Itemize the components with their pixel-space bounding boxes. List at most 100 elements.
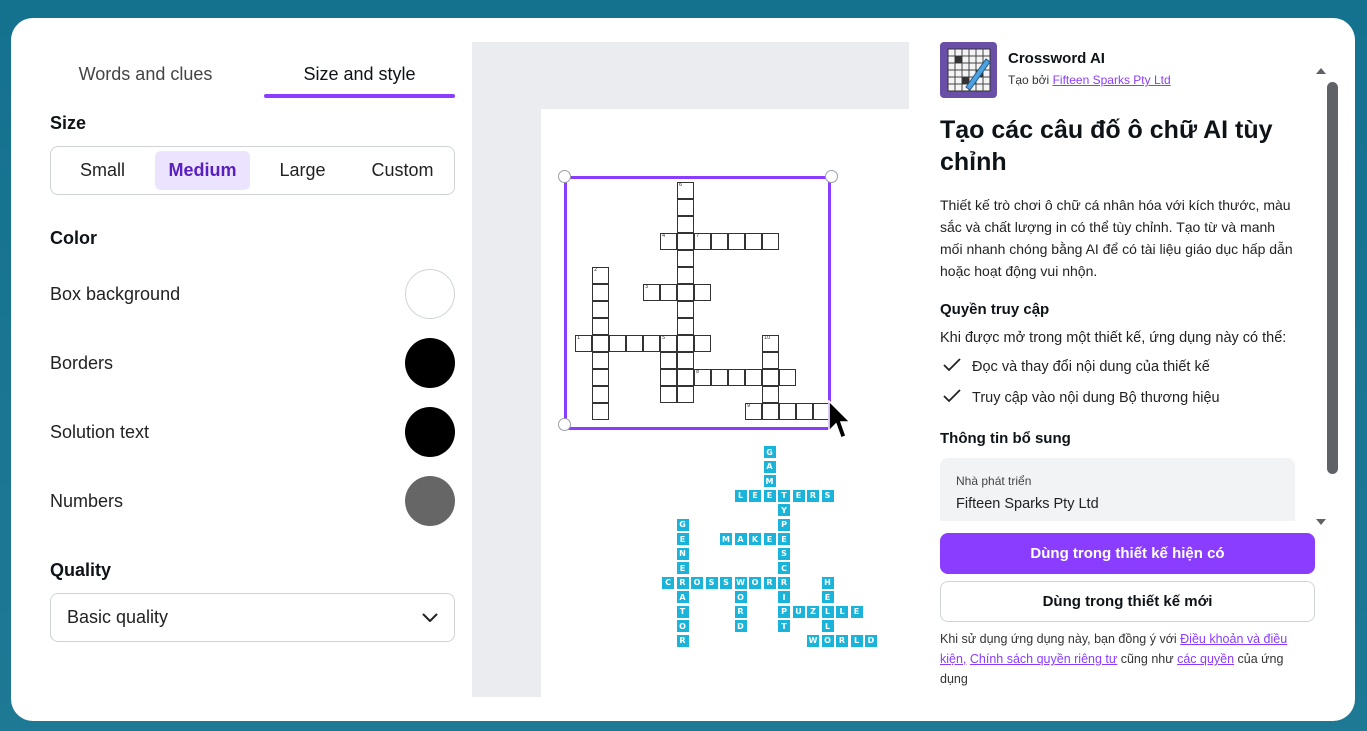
logo-letter-cell: Y [777,503,791,517]
logo-letter-cell: E [748,488,762,503]
logo-letter-cell: R [777,575,791,590]
rights-link[interactable]: các quyền [1177,652,1234,666]
logo-letter-cell: I [777,590,791,604]
extra-info-title: Thông tin bổ sung [940,430,1071,447]
developer-link[interactable]: Fifteen Sparks Pty Ltd [1053,73,1171,87]
solution-text-swatch[interactable] [405,407,455,457]
logo-letter-cell: P [777,517,791,532]
logo-letter-cell: P [777,604,791,619]
logo-letter-cell: H [820,575,835,590]
logo-letter-cell: E [675,561,690,575]
developer-label: Nhà phát triển [956,474,1032,488]
logo-letter-cell: R [835,633,849,648]
logo-letter-cell: A [733,532,748,546]
chevron-down-icon [422,607,438,628]
app-name: Crossword AI [1008,50,1105,67]
use-in-new-design-button[interactable]: Dùng trong thiết kế mới [940,581,1315,622]
logo-letter-cell: E [762,488,777,503]
size-option-medium[interactable]: Medium [155,151,250,190]
logo-letter-cell: L [733,488,748,503]
logo-letter-cell: O [690,575,704,590]
logo-letter-cell: K [748,532,762,546]
logo-letter-cell: Z [806,604,820,619]
color-row-borders: Borders [50,338,455,388]
size-option-small[interactable]: Small [55,151,150,190]
logo-letter-cell: L [835,604,849,619]
logo-letter-cell: D [864,633,878,648]
logo-letter-cell: U [791,604,806,619]
quality-dropdown[interactable]: Basic quality [50,593,455,642]
developer-info-card: Nhà phát triển Fifteen Sparks Pty Ltd [940,458,1295,521]
design-preview[interactable]: 6 4 7 2 3 1 5 10 8 9 GAMELETERSYPESCRIPTMAKEGENER… [472,42,909,697]
scrollbar[interactable] [1314,60,1328,535]
logo-letter-cell: O [733,590,748,604]
logo-letter-cell: N [675,546,690,561]
crossword-app-icon [940,42,997,98]
crossword-logo: GAMELETERSYPESCRIPTMAKEGENERATORCOSSWORO… [472,42,909,697]
borders-swatch[interactable] [405,338,455,388]
logo-letter-cell: S [777,546,791,561]
legal-middle: cũng như [1120,652,1174,666]
check-icon [942,388,962,408]
check-icon [942,357,962,377]
logo-letter-cell: D [733,619,748,633]
app-description: Thiết kế trò chơi ô chữ cá nhân hóa với … [940,197,1293,279]
color-label: Numbers [50,490,124,511]
logo-letter-cell: G [675,517,690,532]
permission-item: Truy cập vào nội dung Bộ thương hiệu [942,388,1220,408]
logo-letter-cell: S [704,575,719,590]
logo-letter-cell: E [777,532,791,546]
logo-letter-cell: O [675,619,690,633]
use-in-existing-design-button[interactable]: Dùng trong thiết kế hiện có [940,533,1315,574]
size-option-large[interactable]: Large [255,151,350,190]
color-section-title: Color [50,228,97,248]
access-intro: Khi được mở trong một thiết kế, ứng dụng… [940,330,1287,346]
logo-letter-cell: E [762,532,777,546]
logo-letter-cell: R [675,575,690,590]
permission-label: Truy cập vào nội dung Bộ thương hiệu [972,390,1220,406]
color-row-box-background: Box background [50,269,455,319]
logo-letter-cell: L [820,604,835,619]
logo-letter-cell: E [849,604,864,619]
logo-letter-cell: T [777,488,791,503]
tab-size-and-style[interactable]: Size and style [264,44,455,99]
logo-letter-cell: O [820,633,835,648]
logo-letter-cell: L [820,619,835,633]
logo-letter-cell: S [719,575,733,590]
app-headline: Tạo các câu đố ô chữ AI tùy chỉnh [940,116,1273,176]
app-details: Crossword AI Tạo bởi Fifteen Sparks Pty … [940,42,1320,521]
quality-selected-value: Basic quality [67,607,169,627]
logo-letter-cell: M [719,532,733,546]
legal-prefix: Khi sử dụng ứng dụng này, bạn đồng ý với [940,632,1177,646]
size-option-custom[interactable]: Custom [355,151,450,190]
logo-letter-cell: W [733,575,748,590]
numbers-swatch[interactable] [405,476,455,526]
logo-letter-cell: T [777,619,791,633]
app-author: Tạo bởi Fifteen Sparks Pty Ltd [1008,73,1171,87]
logo-letter-cell: G [762,445,777,459]
permission-item: Đọc và thay đổi nội dung của thiết kế [942,357,1210,377]
author-prefix: Tạo bởi [1008,73,1050,87]
scrollbar-thumb[interactable] [1327,82,1338,474]
logo-letter-cell: W [806,633,820,648]
color-row-numbers: Numbers [50,476,455,526]
settings-panel: Words and clues Size and style Size Smal… [11,18,472,721]
size-segmented-control: Small Medium Large Custom [50,146,455,195]
box-background-swatch[interactable] [405,269,455,319]
logo-letter-cell: O [748,575,762,590]
privacy-link[interactable]: Chính sách quyền riêng tư [970,652,1117,666]
logo-letter-cell: A [762,459,777,474]
logo-letter-cell: E [820,590,835,604]
tab-words-and-clues[interactable]: Words and clues [50,44,241,99]
access-title: Quyền truy cập [940,301,1050,318]
color-row-solution-text: Solution text [50,407,455,457]
permission-label: Đọc và thay đổi nội dung của thiết kế [972,359,1210,375]
logo-letter-cell: M [762,474,777,488]
logo-letter-cell: C [661,575,675,590]
color-label: Box background [50,283,181,304]
active-tab-indicator [264,94,455,98]
logo-letter-cell: E [791,488,806,503]
logo-letter-cell: L [849,633,864,648]
mouse-pointer-icon [828,399,852,447]
color-label: Solution text [50,421,150,442]
